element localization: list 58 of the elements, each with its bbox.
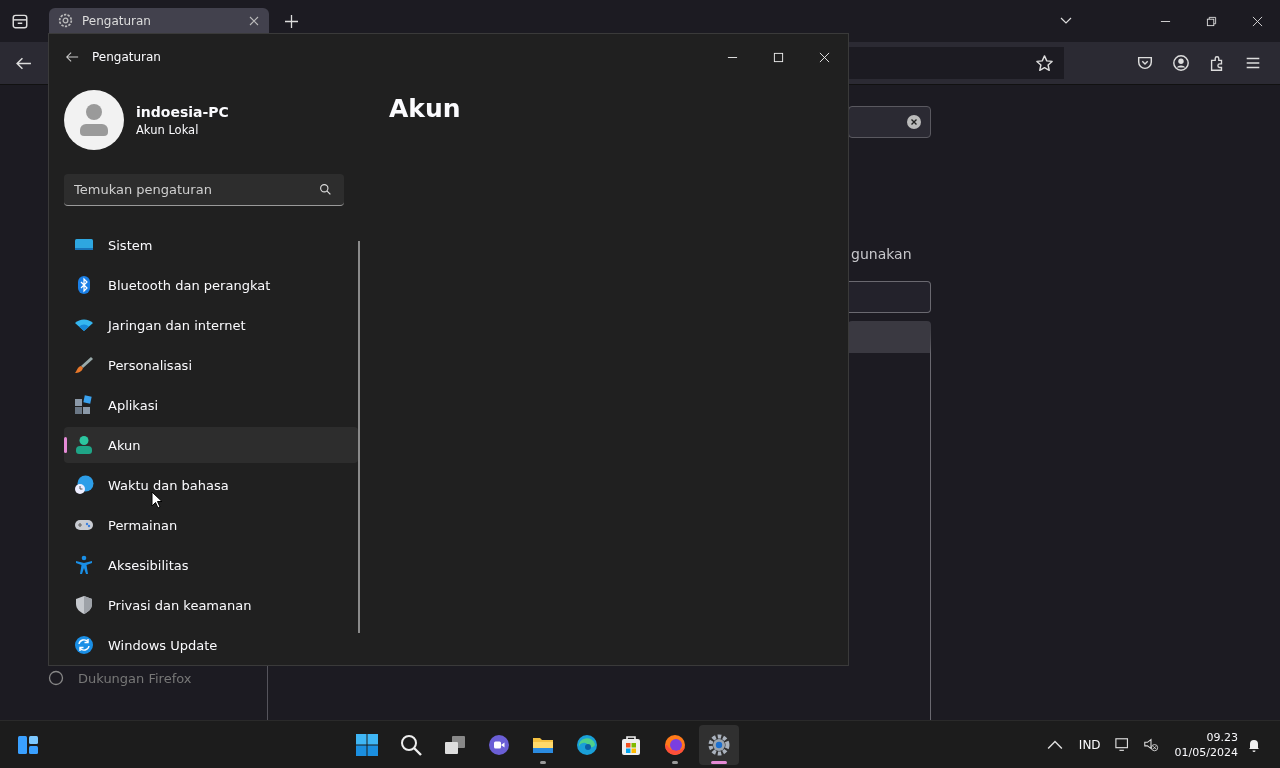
accessibility-figure-icon — [74, 555, 94, 575]
app-tiles-icon — [74, 395, 94, 415]
new-tab-icon[interactable] — [285, 14, 298, 28]
nav-item[interactable]: Personalisasi — [64, 347, 358, 383]
window-title: Pengaturan — [92, 50, 161, 64]
fox-globe-icon — [663, 732, 688, 757]
page-title: Akun — [389, 94, 461, 123]
input-field[interactable] — [848, 281, 931, 313]
clock-time[interactable]: 09.23 — [1206, 729, 1238, 745]
sync-arrows-icon — [74, 635, 94, 655]
nav-item[interactable]: Permainan — [64, 507, 358, 543]
pocket-icon[interactable] — [1136, 54, 1154, 72]
camera-chat-icon — [487, 732, 512, 757]
nav-item[interactable]: Windows Update — [64, 627, 358, 663]
muted-speaker-icon[interactable] — [1142, 736, 1159, 753]
nav-item[interactable]: Aplikasi — [64, 387, 358, 423]
gear-icon — [57, 12, 74, 29]
mouse-cursor-icon — [151, 491, 163, 509]
taskbar-button[interactable] — [699, 724, 740, 765]
sidebar-link[interactable]: Dukungan Firefox — [78, 670, 192, 686]
nav-item[interactable]: Privasi dan keamanan — [64, 587, 358, 623]
nav-item[interactable]: Akun — [64, 427, 358, 463]
nav-item[interactable]: Bluetooth dan perangkat — [64, 267, 358, 303]
windows-logo-icon — [355, 732, 380, 757]
tab-list-icon[interactable] — [11, 12, 29, 30]
close-icon[interactable] — [1252, 15, 1263, 27]
back-arrow-icon[interactable] — [65, 50, 79, 64]
globe-clock-icon — [74, 475, 94, 495]
help-icon — [48, 670, 64, 686]
browser-wave-icon — [575, 732, 600, 757]
nav-item[interactable]: Waktu dan bahasa — [64, 467, 358, 503]
search-field[interactable]: Temukan pengaturan — [64, 174, 344, 206]
avatar-icon[interactable] — [64, 90, 124, 150]
paintbrush-icon — [74, 355, 94, 375]
maximize-icon[interactable] — [773, 51, 784, 63]
clear-icon[interactable] — [907, 115, 921, 129]
gear-icon — [707, 732, 732, 757]
shield-icon — [74, 595, 94, 615]
nav-item[interactable]: Sistem — [64, 227, 358, 263]
clock-date[interactable]: 01/05/2024 — [1174, 744, 1238, 760]
description-text: gunakan — [851, 246, 912, 262]
account-icon[interactable] — [1172, 54, 1190, 72]
network-monitor-icon[interactable] — [1114, 736, 1131, 753]
search-icon[interactable] — [319, 183, 332, 196]
close-icon[interactable] — [249, 15, 259, 26]
account-type: Akun Lokal — [136, 122, 200, 137]
tab-title: Pengaturan — [82, 13, 152, 28]
nav-item[interactable]: Aksesibilitas — [64, 547, 358, 583]
search-field[interactable] — [848, 106, 931, 138]
star-icon[interactable] — [1035, 53, 1054, 73]
restore-icon[interactable] — [1206, 15, 1217, 27]
browser-tab[interactable]: Pengaturan — [49, 8, 269, 33]
chevron-down-icon[interactable] — [1060, 17, 1072, 25]
nav-item[interactable]: Jaringan dan internet — [64, 307, 358, 343]
person-icon — [74, 435, 94, 455]
language-indicator[interactable]: IND — [1078, 737, 1101, 752]
user-name: indoesia-PC — [136, 103, 229, 120]
search-icon — [399, 732, 424, 757]
